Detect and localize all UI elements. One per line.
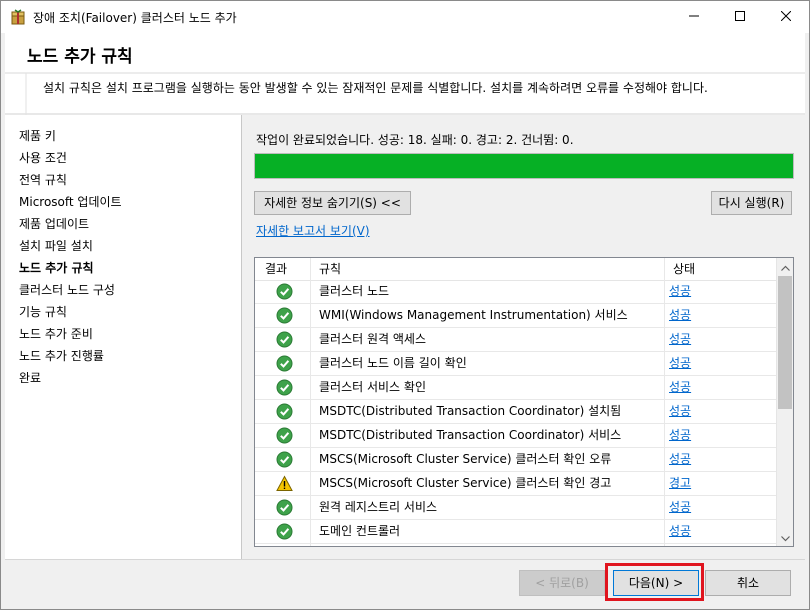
window-title: 장애 조치(Failover) 클러스터 노드 추가	[33, 11, 237, 25]
success-check-icon	[276, 451, 293, 468]
table-row[interactable]: MSCS(Microsoft Cluster Service) 클러스터 확인 …	[255, 472, 776, 496]
rule-status-link[interactable]: 성공	[669, 280, 691, 304]
rule-status-link[interactable]: 성공	[669, 520, 691, 544]
page-description: 설치 규칙은 설치 프로그램을 실행하는 동안 발생할 수 있는 잠재적인 문제…	[43, 81, 708, 95]
rule-status-link[interactable]: 성공	[669, 496, 691, 520]
step-add-node-progress[interactable]: 노드 추가 진행률	[19, 346, 104, 366]
rerun-button[interactable]: 다시 실행(R)	[711, 191, 792, 215]
column-header-rule[interactable]: 규칙	[319, 258, 341, 280]
setup-app-icon	[10, 9, 26, 25]
rule-name: MSDTC(Distributed Transaction Coordinato…	[319, 404, 622, 418]
table-row[interactable]: WMI(Windows Management Instrumentation) …	[255, 304, 776, 328]
title-bar[interactable]: 장애 조치(Failover) 클러스터 노드 추가	[1, 1, 809, 33]
rule-status-link[interactable]: 성공	[669, 328, 691, 352]
column-header-status[interactable]: 상태	[673, 258, 695, 280]
table-row[interactable]: 클러스터 원격 액세스 성공	[255, 328, 776, 352]
rule-status-link[interactable]: 성공	[669, 352, 691, 376]
step-ready-to-add-node[interactable]: 노드 추가 준비	[19, 324, 93, 344]
operation-status: 작업이 완료되었습니다. 성공: 18. 실패: 0. 경고: 2. 건너뜀: …	[256, 133, 574, 147]
rule-name: 도메인 컨트롤러	[319, 524, 401, 538]
rules-grid: 결과 규칙 상태 클러스터 노드 성공 WMI(Windows Management…	[254, 257, 794, 547]
table-row[interactable]: MSDTC(Distributed Transaction Coordinato…	[255, 424, 776, 448]
close-button[interactable]	[763, 1, 809, 33]
rule-name: 클러스터 노드 이름 길이 확인	[319, 356, 467, 370]
step-install-setup-files[interactable]: 설치 파일 설치	[19, 236, 93, 256]
back-button[interactable]: < 뒤로(B)	[519, 570, 605, 596]
rule-name: MSCS(Microsoft Cluster Service) 클러스터 확인 …	[319, 476, 612, 490]
scroll-up-arrow[interactable]	[777, 258, 793, 275]
wizard-step-list: 제품 키 사용 조건 전역 규칙 Microsoft 업데이트 제품 업데이트 …	[5, 115, 242, 559]
rule-name: MSCS(Microsoft Cluster Service) 클러스터 확인 …	[319, 452, 612, 466]
table-row[interactable]: MSCS(Microsoft Cluster Service) 클러스터 확인 …	[255, 448, 776, 472]
step-cluster-node-config[interactable]: 클러스터 노드 구성	[19, 280, 115, 300]
maximize-icon	[735, 10, 745, 24]
rule-status-link[interactable]: 성공	[669, 400, 691, 424]
step-product-key[interactable]: 제품 키	[19, 126, 56, 146]
step-license-terms[interactable]: 사용 조건	[19, 148, 67, 168]
rule-name: 클러스터 노드	[319, 284, 390, 298]
minimize-icon	[689, 10, 699, 24]
chevron-down-icon	[780, 531, 790, 545]
table-row[interactable]: 원격 레지스트리 서비스 성공	[255, 496, 776, 520]
success-check-icon	[276, 331, 293, 348]
success-check-icon	[276, 283, 293, 300]
rule-name: 클러스터 서비스 확인	[319, 380, 426, 394]
minimize-button[interactable]	[671, 1, 717, 33]
success-check-icon	[276, 355, 293, 372]
progress-bar-fill	[255, 154, 793, 178]
progress-bar	[254, 153, 794, 179]
success-check-icon	[276, 307, 293, 324]
table-row[interactable]: 클러스터 노드 성공	[255, 280, 776, 304]
step-product-updates[interactable]: 제품 업데이트	[19, 214, 89, 234]
success-check-icon	[276, 379, 293, 396]
table-row[interactable]: MSDTC(Distributed Transaction Coordinato…	[255, 400, 776, 424]
page-title: 노드 추가 규칙	[27, 47, 133, 67]
success-check-icon	[276, 403, 293, 420]
scroll-down-arrow[interactable]	[777, 529, 793, 546]
success-check-icon	[276, 499, 293, 516]
rule-status-link[interactable]: 성공	[669, 448, 691, 472]
table-row[interactable]: 클러스터 서비스 확인 성공	[255, 376, 776, 400]
grid-header: 결과 규칙 상태	[255, 258, 776, 281]
rule-name: 클러스터 원격 액세스	[319, 332, 426, 346]
vertical-scrollbar[interactable]	[776, 258, 793, 546]
rule-name: WMI(Windows Management Instrumentation) …	[319, 308, 628, 322]
rule-name: MSDTC(Distributed Transaction Coordinato…	[319, 428, 622, 442]
view-report-link[interactable]: 자세한 보고서 보기(V)	[256, 222, 370, 239]
column-header-result[interactable]: 결과	[265, 258, 287, 280]
rule-status-link[interactable]: 경고	[669, 472, 691, 496]
wizard-header: 노드 추가 규칙 설치 규칙은 설치 프로그램을 실행하는 동안 발생할 수 있…	[5, 33, 805, 115]
wizard-footer: < 뒤로(B) 다음(N) > 취소	[5, 559, 805, 608]
success-check-icon	[276, 523, 293, 540]
rule-name: 원격 레지스트리 서비스	[319, 500, 438, 514]
rule-status-link[interactable]: 성공	[669, 424, 691, 448]
rule-status-link[interactable]: 성공	[669, 304, 691, 328]
warning-triangle-icon	[276, 475, 293, 492]
success-check-icon	[276, 427, 293, 444]
step-feature-rules[interactable]: 기능 규칙	[19, 302, 67, 322]
step-global-rules[interactable]: 전역 규칙	[19, 170, 67, 190]
maximize-button[interactable]	[717, 1, 763, 33]
setup-window: 장애 조치(Failover) 클러스터 노드 추가 노드 추가 규칙 설치 규…	[0, 0, 810, 610]
next-button[interactable]: 다음(N) >	[613, 570, 699, 596]
step-microsoft-update[interactable]: Microsoft 업데이트	[19, 192, 122, 212]
scrollbar-thumb[interactable]	[778, 276, 792, 409]
grid-rows: 클러스터 노드 성공 WMI(Windows Management Instrume…	[255, 280, 776, 544]
hide-details-button[interactable]: 자세한 정보 숨기기(S) <<	[254, 191, 411, 215]
close-icon	[780, 10, 792, 24]
cancel-button[interactable]: 취소	[705, 570, 791, 596]
step-add-node-rules[interactable]: 노드 추가 규칙	[19, 258, 94, 278]
rules-panel: 작업이 완료되었습니다. 성공: 18. 실패: 0. 경고: 2. 건너뜀: …	[242, 115, 805, 559]
chevron-up-icon	[780, 260, 790, 274]
rule-status-link[interactable]: 성공	[669, 376, 691, 400]
step-complete[interactable]: 완료	[19, 368, 41, 388]
table-row[interactable]: 도메인 컨트롤러 성공	[255, 520, 776, 544]
table-row[interactable]: 클러스터 노드 이름 길이 확인 성공	[255, 352, 776, 376]
